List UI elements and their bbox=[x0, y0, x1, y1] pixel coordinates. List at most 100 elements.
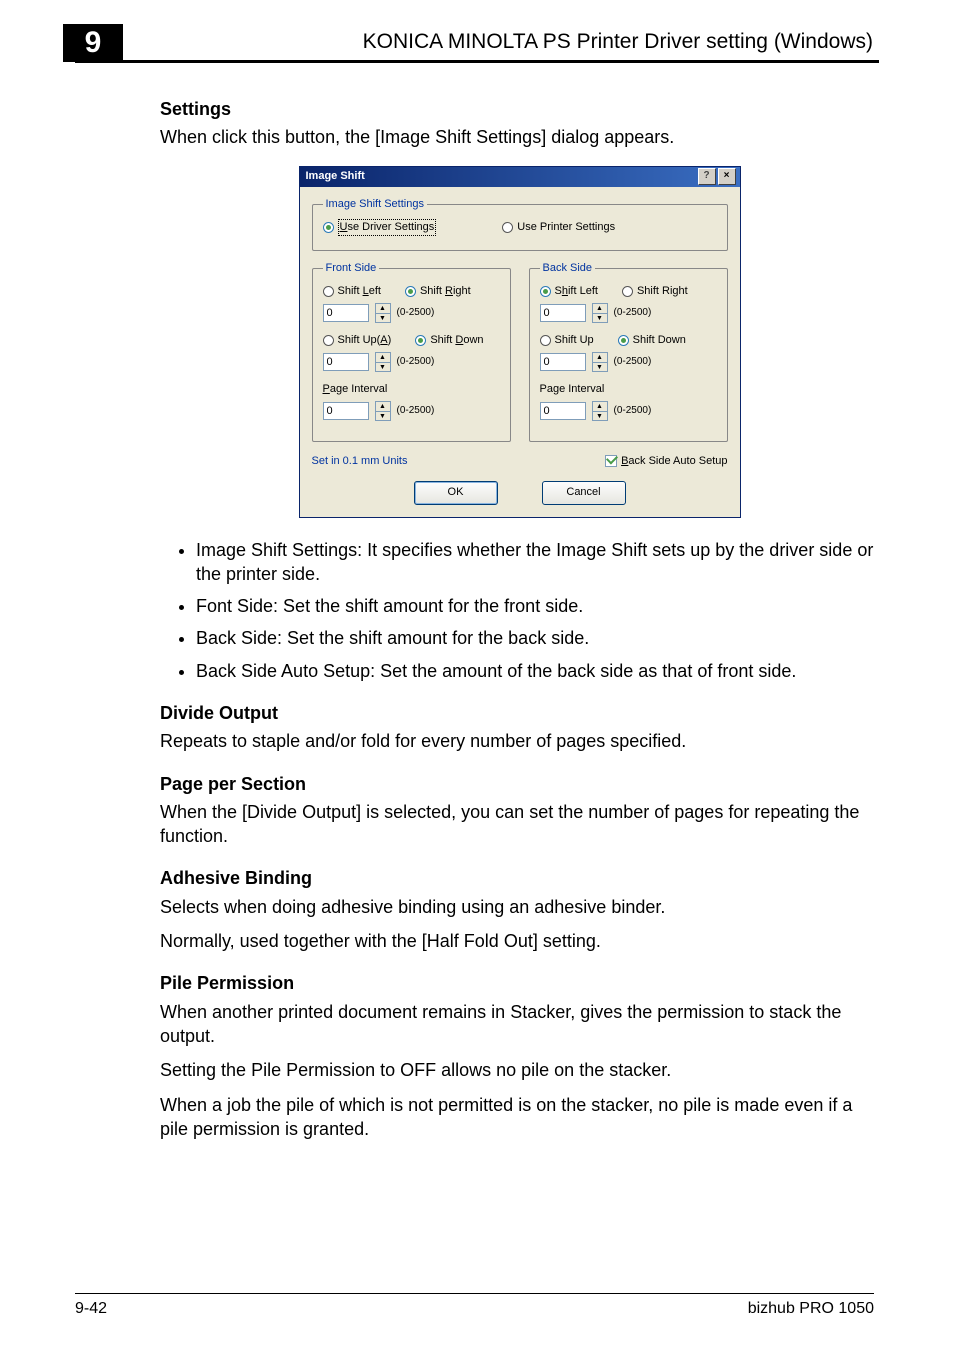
back-ud-range: (0-2500) bbox=[614, 355, 652, 369]
spinner-down-icon[interactable]: ▼ bbox=[376, 313, 390, 323]
spinner-up-icon[interactable]: ▲ bbox=[593, 353, 607, 362]
back-interval-value-input[interactable] bbox=[540, 402, 586, 420]
dialog-help-button[interactable]: ? bbox=[698, 168, 716, 185]
back-shift-right-label: Shift Right bbox=[637, 284, 688, 299]
radio-icon bbox=[415, 335, 426, 346]
front-interval-value-input[interactable] bbox=[323, 402, 369, 420]
page-per-section-body: When the [Divide Output] is selected, yo… bbox=[160, 800, 879, 849]
bullet-item: Image Shift Settings: It specifies wheth… bbox=[196, 538, 879, 587]
units-note: Set in 0.1 mm Units bbox=[312, 454, 408, 469]
settings-heading: Settings bbox=[160, 97, 879, 121]
t: ) bbox=[388, 334, 392, 346]
front-lr-spinner[interactable]: ▲ ▼ bbox=[375, 303, 391, 323]
t: eft bbox=[369, 285, 381, 297]
bullet-item: Font Side: Set the shift amount for the … bbox=[196, 594, 879, 618]
t: Shift bbox=[420, 285, 445, 297]
back-ud-value-input[interactable] bbox=[540, 353, 586, 371]
front-shift-left-radio[interactable]: Shift Left bbox=[323, 284, 381, 299]
front-page-interval-label: age Interval bbox=[330, 383, 387, 395]
image-shift-settings-legend: Image Shift Settings bbox=[323, 197, 427, 212]
bullet-item: Back Side: Set the shift amount for the … bbox=[196, 626, 879, 650]
t: Shift Up( bbox=[338, 334, 381, 346]
front-shift-up-radio[interactable]: Shift Up(A) bbox=[323, 333, 392, 348]
front-ud-spinner[interactable]: ▲ ▼ bbox=[375, 352, 391, 372]
back-shift-up-label: Shift Up bbox=[555, 333, 594, 348]
divide-output-body: Repeats to staple and/or fold for every … bbox=[160, 729, 879, 753]
back-side-legend: Back Side bbox=[540, 261, 596, 276]
use-printer-settings-radio[interactable]: Use Printer Settings bbox=[502, 220, 615, 235]
front-lr-value-input[interactable] bbox=[323, 304, 369, 322]
ok-button[interactable]: OK bbox=[414, 481, 498, 505]
back-side-auto-setup-checkbox[interactable]: Back Side Auto Setup bbox=[605, 454, 727, 469]
t: Shift bbox=[430, 334, 455, 346]
t: ift Left bbox=[568, 285, 598, 297]
spinner-up-icon[interactable]: ▲ bbox=[593, 304, 607, 313]
back-interval-spinner[interactable]: ▲ ▼ bbox=[592, 401, 608, 421]
cancel-button[interactable]: Cancel bbox=[542, 481, 626, 505]
back-ud-spinner[interactable]: ▲ ▼ bbox=[592, 352, 608, 372]
back-lr-range: (0-2500) bbox=[614, 306, 652, 320]
front-shift-down-radio[interactable]: Shift Down bbox=[415, 333, 483, 348]
back-shift-right-radio[interactable]: Shift Right bbox=[622, 284, 688, 299]
front-ud-range: (0-2500) bbox=[397, 355, 435, 369]
spinner-down-icon[interactable]: ▼ bbox=[593, 411, 607, 421]
footer-page-number: 9-42 bbox=[75, 1300, 107, 1318]
page-footer: 9-42 bizhub PRO 1050 bbox=[75, 1293, 874, 1318]
back-page-interval-label: Page Interval bbox=[540, 382, 717, 397]
accel: P bbox=[323, 383, 330, 395]
front-side-group: Front Side Shift Left Shift Right bbox=[312, 261, 511, 441]
spinner-up-icon[interactable]: ▲ bbox=[376, 304, 390, 313]
back-lr-value-input[interactable] bbox=[540, 304, 586, 322]
pile-permission-body-1: When another printed document remains in… bbox=[160, 1000, 879, 1049]
radio-icon bbox=[502, 222, 513, 233]
spinner-down-icon[interactable]: ▼ bbox=[376, 362, 390, 372]
pile-permission-body-2: Setting the Pile Permission to OFF allow… bbox=[160, 1058, 879, 1082]
pile-permission-heading: Pile Permission bbox=[160, 971, 879, 995]
back-shift-down-radio[interactable]: Shift Down bbox=[618, 333, 686, 348]
front-interval-spinner[interactable]: ▲ ▼ bbox=[375, 401, 391, 421]
settings-bullets: Image Shift Settings: It specifies wheth… bbox=[160, 538, 879, 683]
chapter-number-badge: 9 bbox=[63, 24, 123, 62]
bullet-item: Back Side Auto Setup: Set the amount of … bbox=[196, 659, 879, 683]
dialog-titlebar[interactable]: Image Shift ? × bbox=[300, 167, 740, 187]
back-lr-spinner[interactable]: ▲ ▼ bbox=[592, 303, 608, 323]
use-driver-settings-radio[interactable]: Use Driver Settings bbox=[323, 219, 437, 236]
page-per-section-heading: Page per Section bbox=[160, 772, 879, 796]
back-shift-up-radio[interactable]: Shift Up bbox=[540, 333, 594, 348]
front-lr-range: (0-2500) bbox=[397, 306, 435, 320]
t: own bbox=[463, 334, 483, 346]
page-header-title: KONICA MINOLTA PS Printer Driver setting… bbox=[75, 30, 873, 60]
settings-intro: When click this button, the [Image Shift… bbox=[160, 125, 879, 149]
radio-icon bbox=[540, 286, 551, 297]
back-shift-down-label: Shift Down bbox=[633, 333, 686, 348]
spinner-down-icon[interactable]: ▼ bbox=[376, 411, 390, 421]
use-printer-label: Use Printer Settings bbox=[517, 220, 615, 235]
spinner-up-icon[interactable]: ▲ bbox=[376, 402, 390, 411]
back-side-group: Back Side Shift Left Shift Right bbox=[529, 261, 728, 441]
spinner-up-icon[interactable]: ▲ bbox=[593, 402, 607, 411]
radio-icon bbox=[405, 286, 416, 297]
back-interval-range: (0-2500) bbox=[614, 404, 652, 418]
pile-permission-body-3: When a job the pile of which is not perm… bbox=[160, 1093, 879, 1142]
spinner-down-icon[interactable]: ▼ bbox=[593, 313, 607, 323]
front-ud-value-input[interactable] bbox=[323, 353, 369, 371]
accel: R bbox=[445, 285, 453, 297]
radio-icon bbox=[323, 222, 334, 233]
header-rule bbox=[75, 60, 879, 63]
footer-product-name: bizhub PRO 1050 bbox=[748, 1300, 874, 1318]
front-shift-right-radio[interactable]: Shift Right bbox=[405, 284, 471, 299]
use-driver-label: se Driver Settings bbox=[347, 221, 434, 233]
dialog-title: Image Shift bbox=[306, 169, 365, 184]
spinner-down-icon[interactable]: ▼ bbox=[593, 362, 607, 372]
spinner-up-icon[interactable]: ▲ bbox=[376, 353, 390, 362]
adhesive-binding-heading: Adhesive Binding bbox=[160, 866, 879, 890]
dialog-close-button[interactable]: × bbox=[718, 168, 736, 185]
image-shift-settings-group: Image Shift Settings Use Driver Settings… bbox=[312, 197, 728, 252]
back-auto-label: ack Side Auto Setup bbox=[628, 455, 727, 467]
back-shift-left-radio[interactable]: Shift Left bbox=[540, 284, 598, 299]
checkbox-icon bbox=[605, 455, 617, 467]
radio-icon bbox=[323, 286, 334, 297]
radio-icon bbox=[622, 286, 633, 297]
accel: A bbox=[380, 334, 387, 346]
adhesive-binding-body-1: Selects when doing adhesive binding usin… bbox=[160, 895, 879, 919]
